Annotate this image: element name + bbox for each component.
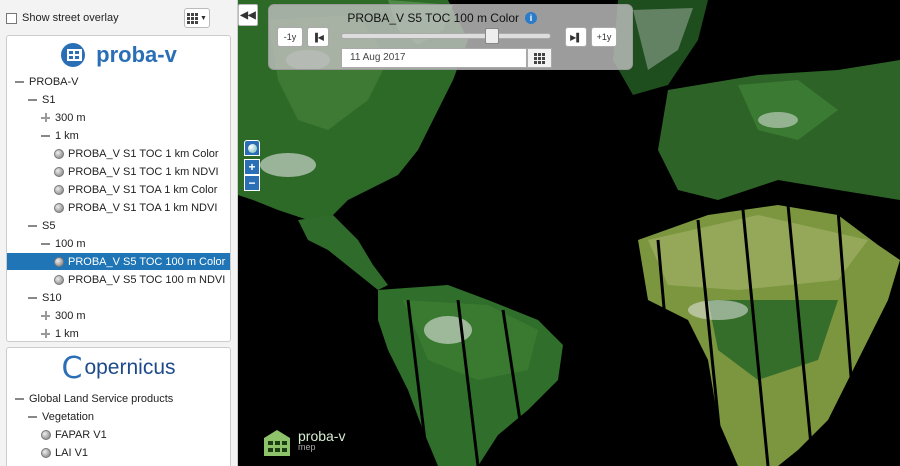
- tree-label: PROBA_V S1 TOA 1 km NDVI: [68, 201, 218, 214]
- globe-view-button[interactable]: [244, 140, 260, 156]
- tree-node[interactable]: 100 m: [41, 235, 86, 252]
- copernicus-logo-text: opernicus: [84, 356, 176, 379]
- tree-label: S5: [42, 219, 56, 232]
- proba-v-panel: proba-v PROBA-V S1 300 m 1 km PROBA_V S1 TOC…: [6, 35, 231, 342]
- date-field[interactable]: 11 Aug 2017: [341, 48, 527, 68]
- globe-icon[interactable]: [54, 256, 64, 267]
- collapse-icon[interactable]: [15, 394, 25, 404]
- collapse-icon[interactable]: [28, 412, 38, 422]
- copernicus-panel: C opernicus Global Land Service products…: [6, 347, 231, 466]
- globe-icon[interactable]: [54, 184, 64, 195]
- expand-icon[interactable]: [41, 328, 51, 339]
- globe-icon[interactable]: [54, 148, 64, 159]
- collapse-icon[interactable]: [41, 239, 51, 249]
- tree-label: 1 km: [55, 129, 79, 142]
- collapse-icon[interactable]: [28, 293, 38, 303]
- globe-icon[interactable]: [54, 202, 64, 213]
- calendar-icon: [534, 52, 545, 64]
- tree-label: PROBA_V S1 TOC 1 km NDVI: [68, 165, 219, 178]
- tree-label: FAPAR V1: [55, 428, 107, 441]
- collapse-icon[interactable]: [28, 221, 38, 231]
- globe-icon[interactable]: [54, 274, 64, 285]
- layer-item[interactable]: PROBA_V S1 TOA 1 km NDVI: [54, 199, 217, 216]
- tree-label: S10: [42, 291, 62, 304]
- layer-panel: Show street overlay ▼ proba-v PROBA-V S1 3…: [0, 0, 238, 466]
- proba-v-mep-logo: proba-v mep: [262, 428, 345, 456]
- tree-label: Global Land Service products: [29, 392, 174, 405]
- copernicus-logo: C opernicus: [7, 348, 230, 388]
- street-overlay-checkbox[interactable]: [6, 12, 17, 24]
- tree-node[interactable]: 1 km: [41, 325, 79, 341]
- zoom-out-button[interactable]: −: [244, 175, 260, 191]
- collapse-panel-button[interactable]: ◀◀: [238, 4, 258, 26]
- layer-item[interactable]: PROBA_V S1 TOA 1 km Color: [54, 181, 217, 198]
- tree-node[interactable]: 300 m: [41, 109, 86, 126]
- collapse-icon[interactable]: [41, 131, 51, 141]
- step-back-button[interactable]: ▐◀: [307, 27, 329, 47]
- caret-down-icon: ▼: [200, 14, 207, 22]
- grid-icon: [187, 12, 199, 24]
- tree-node[interactable]: S10: [28, 289, 62, 306]
- step-forward-button[interactable]: ▶▌: [565, 27, 587, 47]
- layer-item[interactable]: PROBA_V S5 TOC 100 m NDVI: [54, 271, 225, 288]
- tree-label: PROBA_V S5 TOC 100 m Color: [68, 255, 226, 268]
- tree-label: PROBA_V S1 TOA 1 km Color: [68, 183, 218, 196]
- tree-label: PROBA_V S1 TOC 1 km Color: [68, 147, 219, 160]
- street-overlay-toggle[interactable]: Show street overlay: [6, 10, 119, 26]
- minus-year-button[interactable]: -1y: [277, 27, 303, 47]
- layer-item[interactable]: PROBA_V S5 TOC 100 m Color: [7, 253, 230, 270]
- proba-v-logo: proba-v: [7, 36, 230, 74]
- proba-v-logo-icon: [61, 43, 86, 67]
- copernicus-logo-c: C: [61, 350, 83, 386]
- step-forward-icon: ▶▌: [570, 32, 582, 42]
- tree-node[interactable]: PROBA-V: [15, 73, 79, 90]
- info-icon[interactable]: i: [525, 12, 537, 24]
- collapse-icon[interactable]: [28, 95, 38, 105]
- globe-icon[interactable]: [41, 447, 51, 458]
- layer-item[interactable]: PROBA_V S1 TOC 1 km NDVI: [54, 163, 219, 180]
- tree-node[interactable]: 300 m: [41, 307, 86, 324]
- tree-label: 1 km: [55, 327, 79, 340]
- globe-icon[interactable]: [41, 429, 51, 440]
- date-slider-track[interactable]: [341, 33, 551, 39]
- plus-year-button[interactable]: +1y: [591, 27, 617, 47]
- tree-label: PROBA_V S5 TOC 100 m NDVI: [68, 273, 226, 286]
- tree-label: 100 m: [55, 237, 86, 250]
- tree-label: S1: [42, 93, 56, 106]
- expand-icon[interactable]: [41, 112, 51, 123]
- grid-menu-button[interactable]: ▼: [184, 8, 210, 28]
- collapse-icon[interactable]: [15, 77, 25, 87]
- layer-item[interactable]: LAI V1: [41, 444, 88, 461]
- zoom-in-button[interactable]: +: [244, 159, 260, 175]
- tree-label: 300 m: [55, 111, 86, 124]
- tree-node[interactable]: Vegetation: [28, 408, 94, 425]
- globe-icon: [247, 143, 257, 153]
- street-overlay-label: Show street overlay: [22, 12, 119, 24]
- time-control: PROBA_V S5 TOC 100 m Color i -1y ▐◀ ▶▌ +…: [268, 4, 633, 70]
- proba-v-logo-text: proba-v: [96, 42, 177, 67]
- tree-label: Vegetation: [42, 410, 94, 423]
- layer-item[interactable]: PROBA_V S1 TOC 1 km Color: [54, 145, 219, 162]
- tree-label: PROBA-V: [29, 75, 79, 88]
- globe-icon[interactable]: [54, 166, 64, 177]
- tree-label: LAI V1: [55, 446, 89, 459]
- mep-logo-icon: [264, 430, 290, 456]
- expand-icon[interactable]: [41, 310, 51, 321]
- layer-title: PROBA_V S5 TOC 100 m Color: [347, 11, 519, 25]
- tree-node[interactable]: S5: [28, 217, 55, 234]
- tree-node[interactable]: Global Land Service products: [15, 390, 173, 407]
- calendar-button[interactable]: [527, 48, 552, 68]
- tree-node[interactable]: 1 km: [41, 127, 79, 144]
- date-slider-handle[interactable]: [485, 28, 500, 44]
- tree-label: 300 m: [55, 309, 86, 322]
- tree-node[interactable]: S1: [28, 91, 55, 108]
- layer-item[interactable]: FAPAR V1: [41, 426, 107, 443]
- step-back-icon: ▐◀: [312, 32, 324, 42]
